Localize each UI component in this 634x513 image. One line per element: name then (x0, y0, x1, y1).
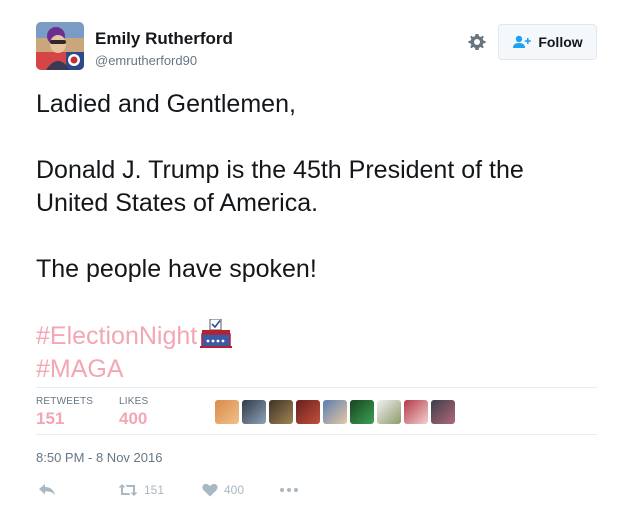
tweet-header: Emily Rutherford @emrutherford90 Follow (36, 22, 598, 72)
avatar-image (36, 22, 84, 70)
tweet-line: United States of America. (36, 189, 319, 217)
tweet-card: Emily Rutherford @emrutherford90 Follow … (0, 0, 634, 513)
liker-avatar[interactable] (296, 400, 320, 424)
follow-button-label: Follow (538, 34, 583, 50)
tweet-timestamp[interactable]: 8:50 PM - 8 Nov 2016 (36, 450, 162, 465)
heart-icon (202, 483, 218, 497)
liker-avatar[interactable] (323, 400, 347, 424)
tweet-line: The people have spoken! (36, 255, 317, 283)
hashtag-maga[interactable]: #MAGA (36, 355, 124, 383)
tweet-stats: RETWEETS 151 LIKES 400 (36, 387, 597, 435)
like-action-count: 400 (224, 483, 245, 497)
tweet-text: Ladied and Gentlemen, Donald J. Trump is… (36, 88, 596, 386)
likes-label: LIKES (119, 396, 149, 407)
retweets-label: RETWEETS (36, 396, 94, 407)
likes-stat[interactable]: LIKES 400 (119, 396, 148, 429)
reply-button[interactable] (38, 481, 56, 499)
author-handle[interactable]: @emrutherford90 (95, 53, 197, 68)
retweets-count: 151 (36, 409, 65, 428)
reply-icon (38, 483, 56, 497)
tweet-line: Donald J. Trump is the 45th President of… (36, 156, 524, 184)
liker-avatar[interactable] (431, 400, 455, 424)
hashtag-line: #ElectionNight (36, 318, 596, 353)
more-icon (279, 487, 299, 493)
likes-count: 400 (119, 409, 148, 428)
like-button[interactable]: 400 (202, 481, 244, 499)
tweet-actions: 151 400 (36, 481, 336, 501)
retweets-stat[interactable]: RETWEETS 151 (36, 396, 93, 429)
liker-avatars (215, 400, 455, 424)
retweet-icon (118, 483, 138, 497)
retweet-action-count: 151 (144, 483, 165, 497)
liker-avatar[interactable] (242, 400, 266, 424)
liker-avatar[interactable] (350, 400, 374, 424)
avatar[interactable] (36, 22, 84, 70)
more-button[interactable] (279, 481, 299, 499)
liker-avatar[interactable] (215, 400, 239, 424)
liker-avatar[interactable] (404, 400, 428, 424)
author-name[interactable]: Emily Rutherford (95, 29, 233, 49)
liker-avatar[interactable] (377, 400, 401, 424)
follow-user-icon (512, 35, 532, 49)
follow-button[interactable]: Follow (498, 24, 597, 60)
liker-avatar[interactable] (269, 400, 293, 424)
ballot-box-icon (199, 318, 233, 349)
retweet-button[interactable]: 151 (118, 481, 164, 499)
hashtag-election-night[interactable]: #ElectionNight (36, 322, 197, 350)
gear-icon[interactable] (467, 32, 487, 52)
hashtag-line: #MAGA (36, 353, 596, 386)
tweet-line: Ladied and Gentlemen, (36, 90, 296, 118)
